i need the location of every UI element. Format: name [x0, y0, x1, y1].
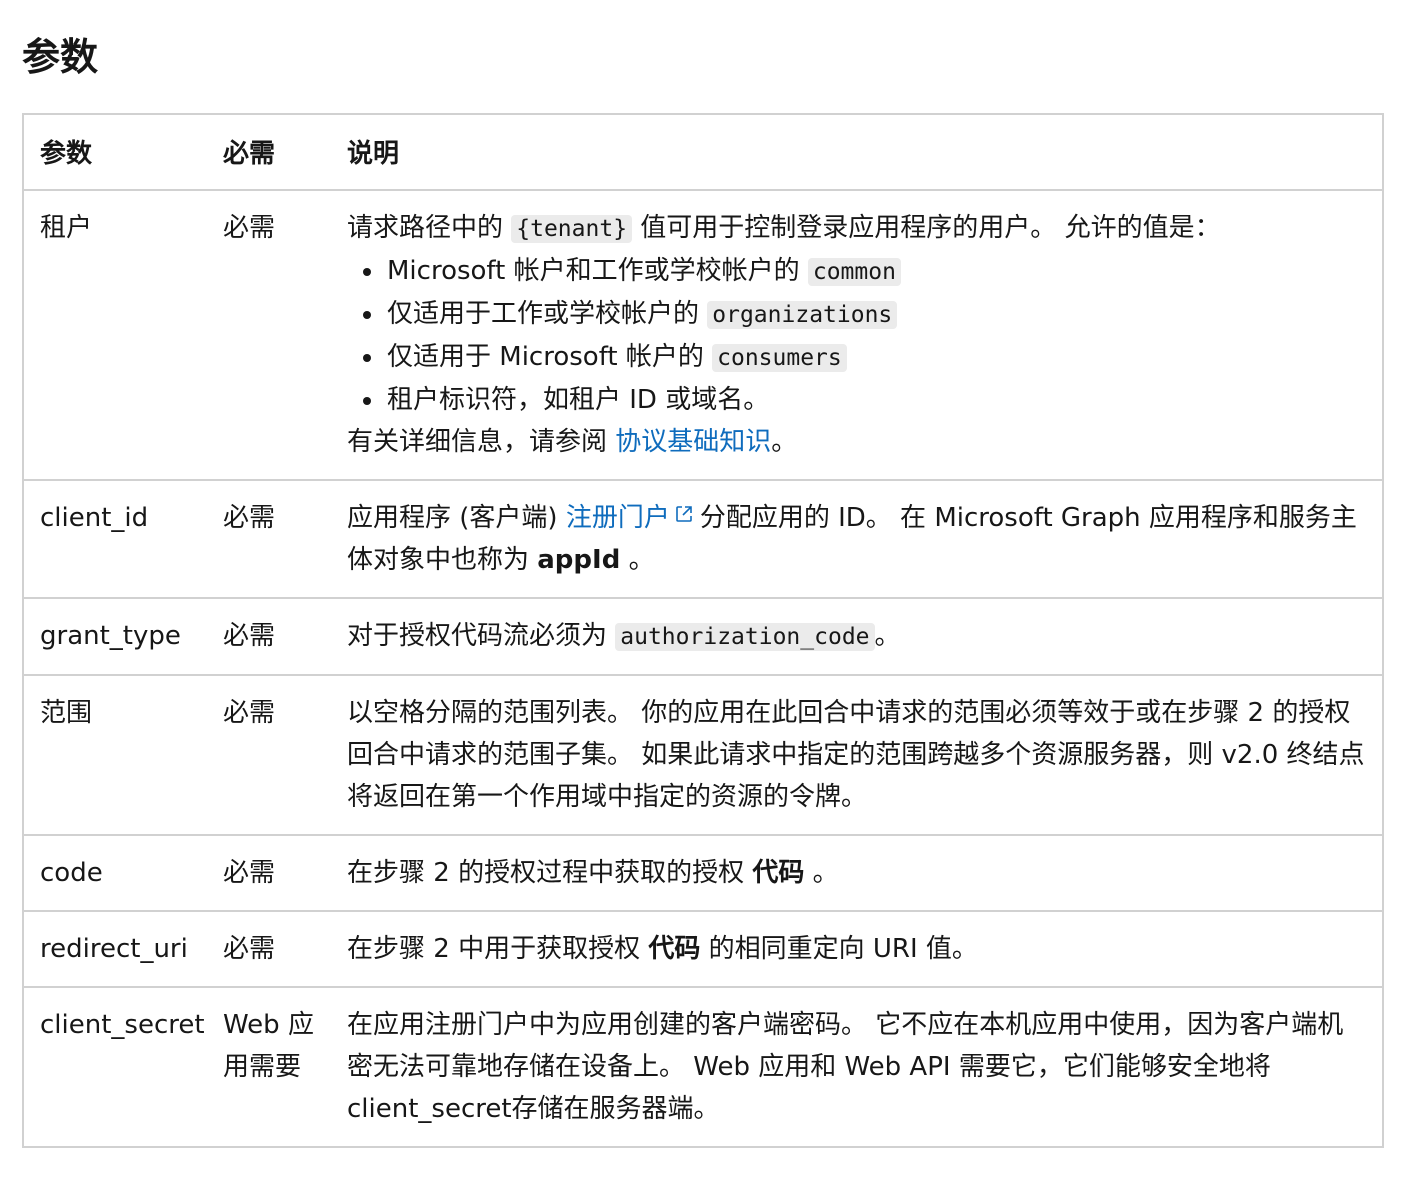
- table-row-code: code 必需 在步骤 2 的授权过程中获取的授权 代码 。: [23, 835, 1383, 912]
- list-item-text: 租户标识符，如租户 ID 或域名。: [387, 385, 770, 415]
- param-required: 必需: [207, 598, 331, 676]
- tenant-intro: 请求路径中的 {tenant} 值可用于控制登录应用程序的用户。 允许的值是：: [347, 207, 1366, 250]
- header-description: 说明: [331, 114, 1383, 191]
- header-required: 必需: [207, 114, 331, 191]
- param-description: 在步骤 2 中用于获取授权 代码 的相同重定向 URI 值。: [331, 911, 1383, 988]
- table-row-client-secret: client_secret Web 应用需要 在应用注册门户中为应用创建的客户端…: [23, 987, 1383, 1147]
- param-description: 在应用注册门户中为应用创建的客户端密码。 它不应在本机应用中使用，因为客户端机密…: [347, 1010, 1344, 1124]
- code-text-after: 。: [804, 858, 839, 888]
- code-text: 在步骤 2 的授权过程中获取的授权: [347, 858, 753, 888]
- tenant-more-info: 有关详细信息，请参阅 协议基础知识。: [347, 421, 1366, 463]
- redirect-uri-text-after: 的相同重定向 URI 值。: [700, 934, 978, 964]
- redirect-uri-text: 在步骤 2 中用于获取授权: [347, 934, 649, 964]
- appid-bold: appId: [537, 545, 621, 575]
- grant-type-text-after: 。: [874, 621, 901, 651]
- param-name: client_id: [23, 480, 207, 599]
- param-required: 必需: [207, 911, 331, 988]
- registration-portal-link-text[interactable]: 注册门户: [566, 503, 670, 533]
- parameters-table: 参数 必需 说明 租户 必需 请求路径中的 {tenant} 值可用于控制登录应…: [22, 113, 1384, 1148]
- page: 参数 参数 必需 说明 租户 必需 请求路径中的 {tenant} 值可用于控制…: [0, 0, 1412, 1180]
- param-required: 必需: [207, 835, 331, 912]
- table-header-row: 参数 必需 说明: [23, 114, 1383, 191]
- list-item: 仅适用于工作或学校帐户的 organizations: [385, 293, 1366, 336]
- param-name: code: [23, 835, 207, 912]
- param-name: client_secret: [40, 1010, 205, 1040]
- grant-type-code: authorization_code: [615, 623, 875, 651]
- param-required: Web 应用需要: [223, 1010, 314, 1082]
- list-item: 仅适用于 Microsoft 帐户的 consumers: [385, 336, 1366, 379]
- param-description: 以空格分隔的范围列表。 你的应用在此回合中请求的范围必须等效于或在步骤 2 的授…: [331, 675, 1383, 836]
- tenant-allowed-values: Microsoft 帐户和工作或学校帐户的 common 仅适用于工作或学校帐户…: [347, 250, 1366, 421]
- list-item-text: Microsoft 帐户和工作或学校帐户的: [387, 256, 808, 286]
- more-info-end: 。: [771, 427, 798, 457]
- param-name: grant_type: [23, 598, 207, 676]
- param-required: 必需: [207, 190, 331, 481]
- tenant-code: {tenant}: [511, 215, 633, 243]
- table-row-scope: 范围 必需 以空格分隔的范围列表。 你的应用在此回合中请求的范围必须等效于或在步…: [23, 675, 1383, 836]
- list-item-text: 仅适用于工作或学校帐户的: [387, 299, 708, 329]
- table-row-redirect-uri: redirect_uri 必需 在步骤 2 中用于获取授权 代码 的相同重定向 …: [23, 911, 1383, 988]
- list-item: Microsoft 帐户和工作或学校帐户的 common: [385, 250, 1366, 293]
- list-item-code: consumers: [712, 344, 847, 372]
- more-info-text: 有关详细信息，请参阅: [347, 427, 616, 457]
- param-description: 请求路径中的 {tenant} 值可用于控制登录应用程序的用户。 允许的值是： …: [331, 190, 1383, 481]
- tenant-intro-text: 请求路径中的: [347, 213, 512, 243]
- table-row-client-id: client_id 必需 应用程序 (客户端) 注册门户 分配应用的 ID。 在 …: [23, 480, 1383, 599]
- param-description: 应用程序 (客户端) 注册门户 分配应用的 ID。 在 Microsoft Gra…: [331, 480, 1383, 599]
- param-required: 必需: [207, 480, 331, 599]
- external-link-icon: [676, 506, 692, 522]
- protocol-basics-link[interactable]: 协议基础知识: [615, 427, 771, 457]
- param-name: redirect_uri: [23, 911, 207, 988]
- table-row-grant-type: grant_type 必需 对于授权代码流必须为 authorization_c…: [23, 598, 1383, 676]
- list-item: 租户标识符，如租户 ID 或域名。: [385, 379, 1366, 421]
- tenant-intro-text-after: 值可用于控制登录应用程序的用户。 允许的值是：: [632, 213, 1221, 243]
- page-title: 参数: [22, 35, 99, 79]
- list-item-code: common: [807, 258, 901, 286]
- redirect-uri-bold: 代码: [648, 934, 701, 964]
- param-required: 必需: [207, 675, 331, 836]
- param-description: 对于授权代码流必须为 authorization_code。: [331, 598, 1383, 676]
- param-name: 范围: [23, 675, 207, 836]
- list-item-text: 仅适用于 Microsoft 帐户的: [387, 342, 713, 372]
- list-item-code: organizations: [707, 301, 898, 329]
- param-name: 租户: [23, 190, 207, 481]
- client-id-text-end: 。: [620, 545, 655, 575]
- grant-type-text: 对于授权代码流必须为: [347, 621, 616, 651]
- header-param: 参数: [23, 114, 207, 191]
- param-description: 在步骤 2 的授权过程中获取的授权 代码 。: [331, 835, 1383, 912]
- registration-portal-link[interactable]: 注册门户: [566, 503, 700, 533]
- table-row-tenant: 租户 必需 请求路径中的 {tenant} 值可用于控制登录应用程序的用户。 允…: [23, 190, 1383, 481]
- code-bold: 代码: [752, 858, 805, 888]
- client-id-text: 应用程序 (客户端): [347, 503, 566, 533]
